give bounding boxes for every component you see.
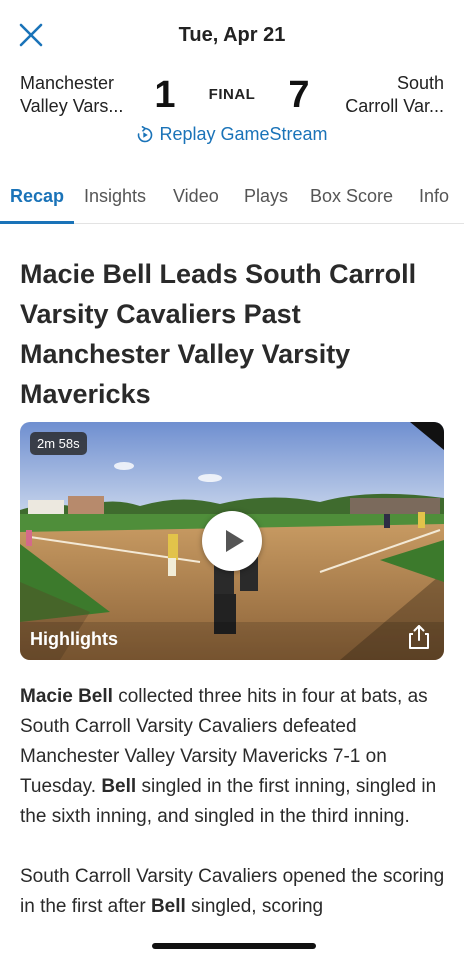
- top-bar: Tue, Apr 21: [0, 0, 464, 70]
- home-team-line2: Valley Vars...: [20, 96, 124, 116]
- video-duration: 2m 58s: [30, 432, 87, 455]
- away-team-line1: South: [396, 73, 444, 93]
- tab-video[interactable]: Video: [173, 186, 219, 207]
- article-paragraph: Macie Bell collected three hits in four …: [20, 682, 450, 832]
- away-team-line2: Carroll Var...: [345, 96, 444, 116]
- away-team-name[interactable]: South Carroll Var...: [319, 72, 444, 118]
- tab-box-score[interactable]: Box Score: [310, 186, 393, 207]
- share-button[interactable]: [404, 622, 434, 652]
- tab-plays[interactable]: Plays: [244, 186, 288, 207]
- play-button[interactable]: [202, 511, 262, 571]
- home-team-name[interactable]: Manchester Valley Vars...: [20, 72, 145, 118]
- scoreboard: Manchester Valley Vars... 1 FINAL 7 Sout…: [0, 72, 464, 122]
- home-indicator[interactable]: [152, 943, 316, 949]
- active-tab-indicator: [0, 221, 74, 224]
- tab-bar: Recap Insights Video Plays Box Score Inf…: [0, 178, 464, 224]
- replay-gamestream-link[interactable]: Replay GameStream: [0, 124, 464, 145]
- away-score: 7: [288, 74, 310, 116]
- replay-icon: [138, 125, 153, 142]
- player-name: Bell: [101, 776, 137, 797]
- tab-info[interactable]: Info: [419, 186, 449, 207]
- player-name: Macie Bell: [20, 686, 113, 707]
- home-score: 1: [154, 74, 176, 116]
- replay-label: Replay GameStream: [159, 124, 328, 144]
- tab-recap[interactable]: Recap: [10, 186, 64, 207]
- highlights-video[interactable]: 2m 58s Highlights: [20, 422, 444, 660]
- game-date: Tue, Apr 21: [178, 24, 286, 46]
- home-team-line1: Manchester: [20, 73, 115, 93]
- article-body: Macie Bell collected three hits in four …: [20, 682, 450, 952]
- article-headline: Macie Bell Leads South Carroll Varsity C…: [20, 259, 417, 409]
- play-icon: [226, 530, 244, 552]
- game-status: FINAL: [208, 86, 256, 103]
- share-icon: [409, 625, 429, 649]
- video-label: Highlights: [30, 629, 118, 649]
- player-name: Bell: [150, 896, 186, 917]
- article-paragraph: South Carroll Varsity Cavaliers opened t…: [20, 862, 450, 922]
- tab-insights[interactable]: Insights: [84, 186, 146, 207]
- paragraph-text: singled, scoring: [185, 896, 324, 917]
